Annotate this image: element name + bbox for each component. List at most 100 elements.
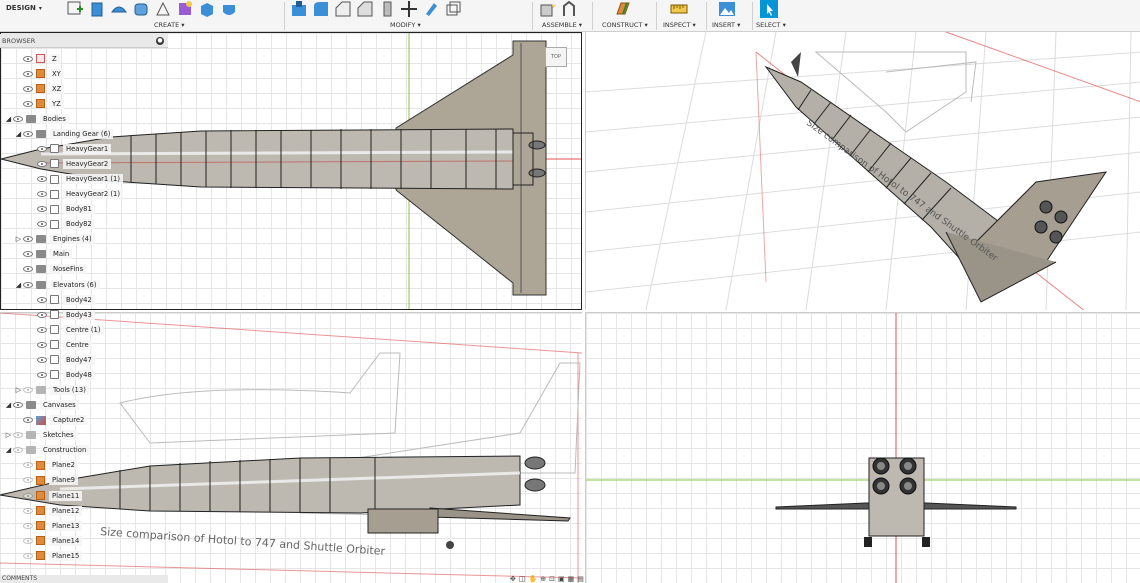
browser-row[interactable]: ◢ Construction bbox=[4, 444, 90, 457]
browser-row[interactable]: Plane2 bbox=[14, 459, 78, 472]
visibility-eye-icon[interactable] bbox=[37, 356, 47, 363]
orbit-icon[interactable]: ✥ bbox=[510, 575, 516, 583]
visibility-eye-icon[interactable] bbox=[37, 191, 47, 198]
visibility-eye-icon[interactable] bbox=[23, 70, 33, 77]
visibility-eye-icon[interactable] bbox=[37, 311, 47, 318]
fit-icon[interactable]: ⊡ bbox=[549, 575, 555, 583]
browser-row[interactable]: Plane13 bbox=[14, 519, 83, 532]
browser-row[interactable]: ◢ Canvases bbox=[4, 399, 79, 412]
grid-settings-icon[interactable]: ▦ bbox=[568, 575, 575, 583]
collapse-icon[interactable]: ◢ bbox=[14, 281, 23, 289]
browser-row[interactable]: Plane9 bbox=[14, 474, 78, 487]
collapse-icon[interactable]: ◢ bbox=[4, 115, 13, 123]
visibility-eye-icon[interactable] bbox=[23, 507, 33, 514]
browser-row[interactable]: HeavyGear2 (1) bbox=[28, 188, 124, 201]
box-icon[interactable] bbox=[198, 0, 216, 18]
browser-row[interactable]: Plane15 bbox=[14, 549, 83, 562]
visibility-eye-icon[interactable] bbox=[23, 462, 33, 469]
visibility-eye-icon[interactable] bbox=[23, 522, 33, 529]
sweep-icon[interactable] bbox=[132, 0, 150, 18]
insert-menu[interactable]: INSERT bbox=[712, 21, 735, 29]
browser-row[interactable]: Body47 bbox=[28, 353, 95, 366]
form-icon[interactable] bbox=[176, 0, 194, 18]
construct-menu[interactable]: CONSTRUCT bbox=[602, 21, 642, 29]
browser-row[interactable]: Body43 bbox=[28, 308, 95, 321]
assemble-menu[interactable]: ASSEMBLE bbox=[542, 21, 577, 29]
create-menu[interactable]: CREATE bbox=[154, 21, 179, 29]
browser-row[interactable]: Body82 bbox=[28, 218, 95, 231]
visibility-eye-icon[interactable] bbox=[23, 130, 33, 137]
visibility-eye-icon[interactable] bbox=[23, 236, 33, 243]
collapse-icon[interactable]: ◢ bbox=[4, 446, 13, 454]
browser-row[interactable]: ◢ Elevators (6) bbox=[14, 278, 100, 291]
browser-row[interactable]: HeavyGear1 bbox=[28, 142, 112, 155]
new-component-icon[interactable] bbox=[538, 0, 556, 18]
browser-row[interactable]: HeavyGear2 bbox=[28, 157, 112, 170]
visibility-eye-icon[interactable] bbox=[37, 326, 47, 333]
press-pull-icon[interactable] bbox=[290, 0, 308, 18]
browser-row[interactable]: Body81 bbox=[28, 203, 95, 216]
revolve-icon[interactable] bbox=[110, 0, 128, 18]
browser-row[interactable]: ▷ Engines (4) bbox=[14, 233, 95, 246]
viewport-front[interactable] bbox=[585, 312, 1140, 583]
browser-row[interactable]: Centre bbox=[28, 338, 92, 351]
visibility-eye-icon[interactable] bbox=[23, 492, 33, 499]
visibility-eye-icon[interactable] bbox=[23, 85, 33, 92]
collapse-icon[interactable]: ◢ bbox=[14, 130, 23, 138]
measure-icon[interactable] bbox=[670, 0, 688, 18]
visibility-eye-icon[interactable] bbox=[23, 537, 33, 544]
browser-row[interactable]: ◢ Bodies bbox=[4, 112, 69, 125]
comments-panel[interactable]: COMMENTS bbox=[0, 575, 168, 583]
split-body-icon[interactable] bbox=[378, 0, 396, 18]
browser-row[interactable]: Capture2 bbox=[14, 414, 88, 427]
visibility-eye-icon[interactable] bbox=[13, 432, 23, 439]
visibility-eye-icon[interactable] bbox=[37, 371, 47, 378]
visibility-eye-icon[interactable] bbox=[23, 55, 33, 62]
pan-icon[interactable]: ✋ bbox=[529, 575, 538, 583]
visibility-eye-icon[interactable] bbox=[37, 160, 47, 167]
align-icon[interactable] bbox=[444, 0, 462, 18]
visibility-eye-icon[interactable] bbox=[13, 115, 23, 122]
browser-row[interactable]: Main bbox=[14, 248, 73, 261]
visibility-eye-icon[interactable] bbox=[13, 402, 23, 409]
select-menu[interactable]: SELECT bbox=[756, 21, 780, 29]
visibility-eye-icon[interactable] bbox=[23, 251, 33, 258]
visibility-eye-icon[interactable] bbox=[37, 145, 47, 152]
shell-icon[interactable] bbox=[356, 0, 374, 18]
visibility-eye-icon[interactable] bbox=[37, 296, 47, 303]
modify-menu[interactable]: MODIFY bbox=[390, 21, 415, 29]
browser-row[interactable]: Plane12 bbox=[14, 504, 83, 517]
visibility-eye-icon[interactable] bbox=[23, 266, 33, 273]
browser-row[interactable]: NoseFins bbox=[14, 263, 87, 276]
viewport-perspective[interactable]: Size comparison of Hotol to 747 and Shut… bbox=[585, 32, 1140, 310]
loft-icon[interactable] bbox=[154, 0, 172, 18]
expand-icon[interactable]: ▷ bbox=[4, 431, 13, 439]
close-icon[interactable]: ● bbox=[156, 36, 164, 45]
browser-row[interactable]: Plane11 bbox=[14, 489, 83, 502]
browser-row[interactable]: ◢ Landing Gear (6) bbox=[14, 127, 114, 140]
visibility-eye-icon[interactable] bbox=[13, 447, 23, 454]
joint-icon[interactable] bbox=[560, 0, 578, 18]
fillet-icon[interactable] bbox=[312, 0, 330, 18]
browser-row[interactable]: HeavyGear1 (1) bbox=[28, 173, 124, 186]
viewports-icon[interactable]: ▤ bbox=[577, 575, 584, 583]
visibility-eye-icon[interactable] bbox=[37, 221, 47, 228]
browser-row[interactable]: XZ bbox=[14, 82, 65, 95]
insert-image-icon[interactable] bbox=[718, 0, 736, 18]
browser-row[interactable]: ▷ Sketches bbox=[4, 429, 77, 442]
visibility-eye-icon[interactable] bbox=[37, 176, 47, 183]
chamfer-icon[interactable] bbox=[334, 0, 352, 18]
browser-row[interactable]: Body48 bbox=[28, 368, 95, 381]
select-cursor-icon[interactable] bbox=[760, 0, 778, 18]
visibility-eye-icon[interactable] bbox=[23, 552, 33, 559]
visibility-eye-icon[interactable] bbox=[37, 341, 47, 348]
browser-row[interactable]: Plane14 bbox=[14, 534, 83, 547]
browser-row[interactable]: YZ bbox=[14, 97, 64, 110]
collapse-icon[interactable]: ◢ bbox=[4, 401, 13, 409]
appearance-icon[interactable] bbox=[422, 0, 440, 18]
zoom-icon[interactable]: ⊕ bbox=[540, 575, 546, 583]
extrude-icon[interactable] bbox=[88, 0, 106, 18]
browser-row[interactable]: XY bbox=[14, 67, 64, 80]
visibility-eye-icon[interactable] bbox=[23, 281, 33, 288]
visibility-eye-icon[interactable] bbox=[23, 417, 33, 424]
